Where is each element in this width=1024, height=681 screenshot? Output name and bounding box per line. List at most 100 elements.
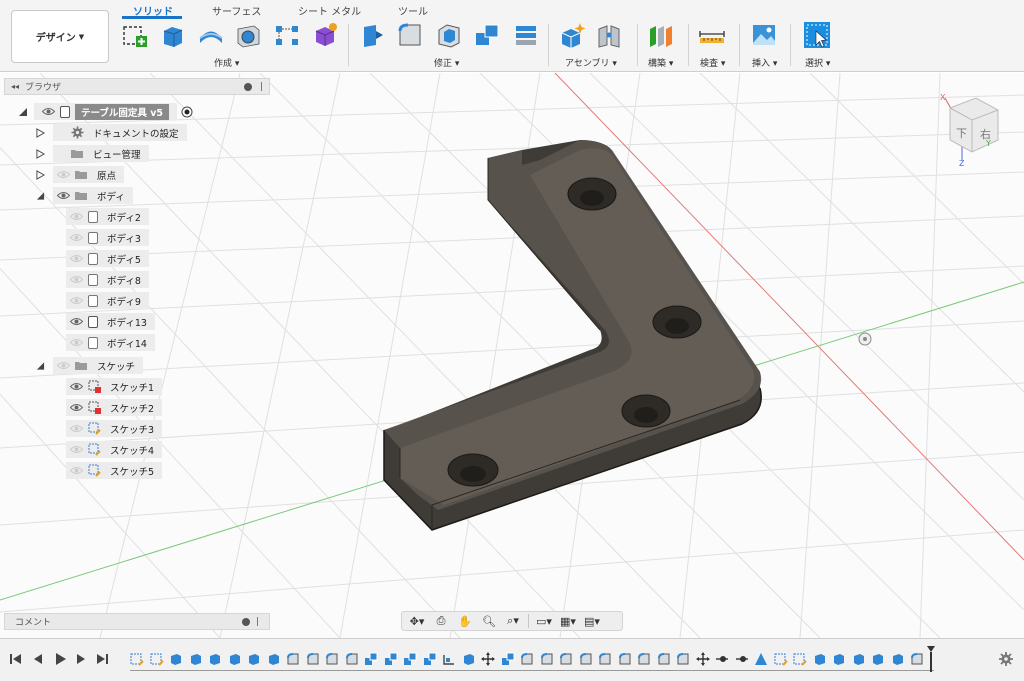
timeline-combine-icon[interactable] xyxy=(364,652,378,666)
extrude-icon[interactable] xyxy=(159,21,187,49)
timeline-extrude-icon[interactable] xyxy=(462,652,476,666)
visibility-eye-icon[interactable] xyxy=(70,403,83,412)
timeline-fillet-icon[interactable] xyxy=(637,652,651,666)
orbit-icon[interactable]: ✥▾ xyxy=(406,613,428,629)
expand-triangle-icon[interactable] xyxy=(36,148,45,159)
timeline-fillet-icon[interactable] xyxy=(579,652,593,666)
tab-sheet-metal[interactable]: シート メタル xyxy=(298,3,361,18)
timeline-move-icon[interactable] xyxy=(481,652,495,666)
browser-item-view-management[interactable]: ビュー管理 xyxy=(36,145,149,162)
create-group-label[interactable]: 作成 ▾ xyxy=(214,56,239,69)
insert-image-icon[interactable] xyxy=(750,21,778,49)
timeline-joint-icon[interactable] xyxy=(715,652,729,666)
countersunk-hole[interactable] xyxy=(447,453,499,487)
fit-zoom-icon[interactable]: ⌕▾ xyxy=(502,613,524,629)
timeline-extrude-icon[interactable] xyxy=(813,652,827,666)
measure-icon[interactable] xyxy=(698,21,726,49)
joint-icon[interactable] xyxy=(595,21,623,49)
browser-body-row[interactable]: ボディ5 xyxy=(66,250,149,267)
viewports-icon[interactable]: ▤▾ xyxy=(581,613,603,629)
offset-faces-icon[interactable] xyxy=(512,21,540,49)
timeline-fillet-icon[interactable] xyxy=(520,652,534,666)
press-pull-icon[interactable] xyxy=(358,21,386,49)
play-icon[interactable] xyxy=(53,652,67,666)
new-component-icon[interactable] xyxy=(558,21,586,49)
browser-sketch-row[interactable]: スケッチ4 xyxy=(66,441,163,458)
countersunk-hole[interactable] xyxy=(652,305,702,339)
insert-group-label[interactable]: 挿入 ▾ xyxy=(752,56,777,69)
collapse-panel-icon[interactable]: ◂◂ xyxy=(11,82,19,91)
grid-settings-icon[interactable]: ▦▾ xyxy=(557,613,579,629)
design-canvas[interactable]: 下 右 X Y Z xyxy=(0,73,1024,638)
timeline-extrude-icon[interactable] xyxy=(267,652,281,666)
timeline-mirror-icon[interactable] xyxy=(754,652,768,666)
timeline-move-icon[interactable] xyxy=(695,652,710,666)
offset-plane-icon[interactable] xyxy=(647,21,675,49)
visibility-eye-icon[interactable] xyxy=(42,107,55,116)
browser-item-origin[interactable]: 原点 xyxy=(36,166,125,183)
root-component-label[interactable]: テーブル固定具 v5 xyxy=(75,103,170,120)
timeline-fillet-icon[interactable] xyxy=(306,652,320,666)
visibility-eye-icon[interactable] xyxy=(70,382,83,391)
revolve-icon[interactable] xyxy=(197,21,225,49)
browser-item-bodies[interactable]: ボディ xyxy=(36,187,133,204)
browser-body-row[interactable]: ボディ13 xyxy=(66,313,155,330)
browser-sketch-row[interactable]: スケッチ1 xyxy=(66,378,163,395)
visibility-eye-icon[interactable] xyxy=(57,191,70,200)
zoom-icon[interactable]: 🔍︎ xyxy=(478,613,500,629)
visibility-eye-hidden-icon[interactable] xyxy=(70,338,83,347)
browser-options-icon[interactable] xyxy=(243,82,252,91)
timeline-extrude-icon[interactable] xyxy=(247,652,261,666)
visibility-eye-hidden-icon[interactable] xyxy=(70,275,83,284)
timeline-fillet-icon[interactable] xyxy=(286,652,300,666)
comments-panel[interactable]: コメント | xyxy=(4,613,270,630)
construct-group-label[interactable]: 構築 ▾ xyxy=(648,56,673,69)
visibility-eye-hidden-icon[interactable] xyxy=(70,424,83,433)
browser-body-row[interactable]: ボディ3 xyxy=(66,229,149,246)
browser-header[interactable]: ◂◂ ブラウザ | xyxy=(4,78,270,95)
collapse-triangle-icon[interactable] xyxy=(18,107,28,117)
add-comment-icon[interactable] xyxy=(241,617,250,626)
browser-item-sketches[interactable]: スケッチ xyxy=(36,357,144,374)
timeline-fillet-icon[interactable] xyxy=(598,652,612,666)
timeline-extrude-icon[interactable] xyxy=(832,652,846,666)
countersunk-hole[interactable] xyxy=(567,177,617,211)
timeline-plane-icon[interactable] xyxy=(442,652,456,666)
timeline-extrude-icon[interactable] xyxy=(169,652,183,666)
pan-hand-icon[interactable]: ✋ xyxy=(454,613,476,629)
timeline-fillet-icon[interactable] xyxy=(540,652,554,666)
timeline-extrude-icon[interactable] xyxy=(871,652,885,666)
visibility-eye-hidden-icon[interactable] xyxy=(70,466,83,475)
timeline-fillet-icon[interactable] xyxy=(910,652,924,666)
visibility-eye-hidden-icon[interactable] xyxy=(70,212,83,221)
visibility-eye-hidden-icon[interactable] xyxy=(57,170,70,179)
timeline-fillet-icon[interactable] xyxy=(325,652,339,666)
timeline-combine-icon[interactable] xyxy=(403,652,417,666)
countersunk-hole[interactable] xyxy=(621,394,671,428)
timeline-fillet-icon[interactable] xyxy=(559,652,573,666)
tab-surface[interactable]: サーフェス xyxy=(212,3,261,18)
browser-body-row[interactable]: ボディ9 xyxy=(66,292,149,309)
timeline-combine-icon[interactable] xyxy=(384,652,398,666)
timeline-joint-icon[interactable] xyxy=(735,652,749,666)
visibility-eye-hidden-icon[interactable] xyxy=(70,445,83,454)
collapse-triangle-icon[interactable] xyxy=(36,191,45,201)
expand-triangle-icon[interactable] xyxy=(36,127,45,138)
timeline-extrude-icon[interactable] xyxy=(852,652,866,666)
shell-icon[interactable] xyxy=(435,21,463,49)
visibility-eye-icon[interactable] xyxy=(70,317,83,326)
timeline-extrude-icon[interactable] xyxy=(891,652,905,666)
browser-sketch-row[interactable]: スケッチ2 xyxy=(66,399,163,416)
visibility-eye-hidden-icon[interactable] xyxy=(70,296,83,305)
select-group-label[interactable]: 選択 ▾ xyxy=(805,56,830,69)
fillet-icon[interactable] xyxy=(396,21,424,49)
hole-icon[interactable] xyxy=(234,21,262,49)
timeline-settings-gear-icon[interactable] xyxy=(998,651,1014,667)
create-form-icon[interactable] xyxy=(311,21,339,49)
go-to-end-icon[interactable] xyxy=(95,652,109,666)
expand-triangle-icon[interactable] xyxy=(36,169,45,180)
rectangular-pattern-icon[interactable] xyxy=(273,21,301,49)
timeline-sketch-icon[interactable] xyxy=(774,652,788,666)
select-icon[interactable] xyxy=(803,21,831,49)
assemble-group-label[interactable]: アセンブリ ▾ xyxy=(565,56,617,69)
